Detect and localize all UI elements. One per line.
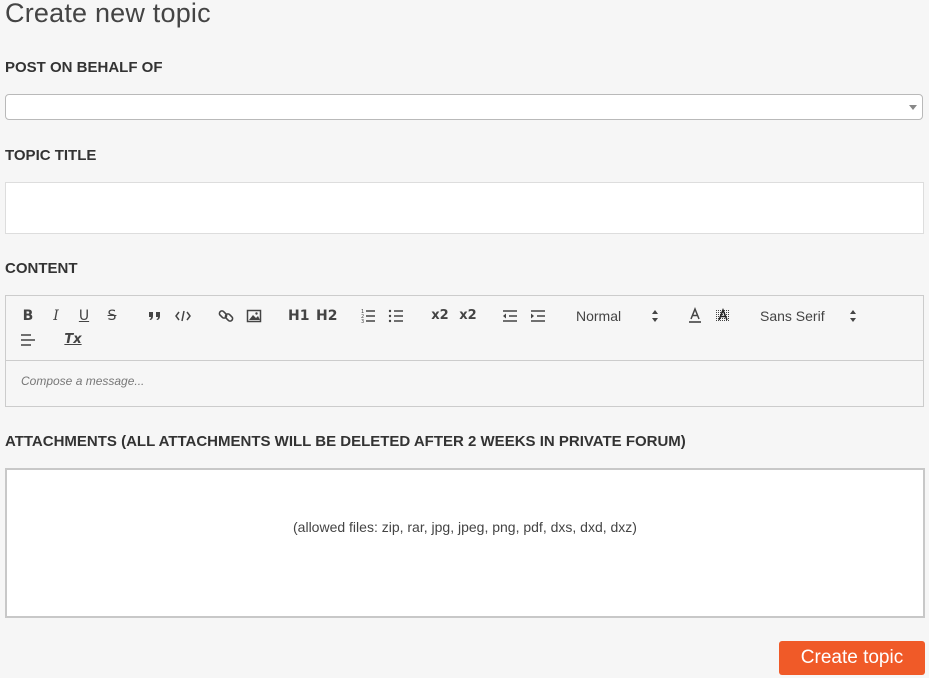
clean-format-label: Tx <box>64 332 82 347</box>
superscript-button[interactable]: x2 <box>458 306 478 326</box>
blockquote-button[interactable] <box>146 306 164 326</box>
svg-text:3: 3 <box>361 319 364 325</box>
ordered-list-icon: 123 <box>361 309 375 325</box>
subscript-label: x2 <box>431 308 449 323</box>
image-icon <box>246 309 262 323</box>
size-picker-value: Normal <box>576 308 622 324</box>
create-topic-button[interactable]: Create topic <box>779 641 925 675</box>
header1-label: H1 <box>288 308 310 324</box>
quote-icon <box>149 312 160 320</box>
image-button[interactable] <box>245 306 263 326</box>
editor-toolbar: B I U S H1 H2 1 2 3 x2 x2 Normal Sans Se… <box>6 296 923 361</box>
chevron-down-icon <box>909 105 917 110</box>
topic-title-label: TOPIC TITLE <box>5 147 97 164</box>
updown-icon <box>652 310 660 322</box>
subscript-button[interactable]: x2 <box>430 306 450 326</box>
font-picker[interactable]: Sans Serif <box>760 306 860 326</box>
content-label: CONTENT <box>5 260 78 277</box>
underline-button[interactable]: U <box>76 306 92 326</box>
allowed-files-hint: (allowed files: zip, rar, jpg, jpeg, png… <box>293 519 637 535</box>
link-icon <box>218 310 234 322</box>
bold-button[interactable]: B <box>20 306 36 326</box>
attachments-dropzone[interactable]: (allowed files: zip, rar, jpg, jpeg, png… <box>5 468 925 618</box>
header1-button[interactable]: H1 <box>288 306 310 326</box>
behalf-select[interactable] <box>5 94 923 120</box>
text-color-button[interactable] <box>686 306 704 326</box>
font-picker-value: Sans Serif <box>760 308 825 324</box>
superscript-label: x2 <box>459 308 477 323</box>
background-color-button[interactable] <box>714 306 732 326</box>
background-color-icon <box>716 307 730 322</box>
text-color-icon <box>689 306 701 323</box>
code-block-button[interactable] <box>174 306 192 326</box>
behalf-label: POST ON BEHALF OF <box>5 59 163 76</box>
outdent-icon <box>503 310 517 322</box>
strike-button[interactable]: S <box>104 306 120 326</box>
compose-placeholder[interactable]: Compose a message... <box>21 374 144 388</box>
attachments-label: ATTACHMENTS (ALL ATTACHMENTS WILL BE DEL… <box>5 433 686 450</box>
bullet-list-button[interactable] <box>387 306 405 326</box>
content-editor: B I U S H1 H2 1 2 3 x2 x2 Normal Sans Se… <box>5 295 924 407</box>
align-button[interactable] <box>19 330 37 350</box>
topic-title-input[interactable] <box>5 182 924 234</box>
ordered-list-button[interactable]: 123 <box>359 306 377 326</box>
clean-format-button[interactable]: Tx <box>63 330 83 350</box>
italic-button[interactable]: I <box>48 306 64 326</box>
link-button[interactable] <box>217 306 235 326</box>
code-icon <box>175 310 191 322</box>
indent-button[interactable] <box>529 306 547 326</box>
updown-icon <box>850 310 858 322</box>
size-picker[interactable]: Normal <box>576 306 666 326</box>
header2-label: H2 <box>316 308 338 324</box>
indent-icon <box>531 310 545 322</box>
page-title: Create new topic <box>5 0 211 28</box>
outdent-button[interactable] <box>501 306 519 326</box>
align-left-icon <box>21 334 35 346</box>
header2-button[interactable]: H2 <box>316 306 338 326</box>
bullet-list-icon <box>388 309 403 323</box>
